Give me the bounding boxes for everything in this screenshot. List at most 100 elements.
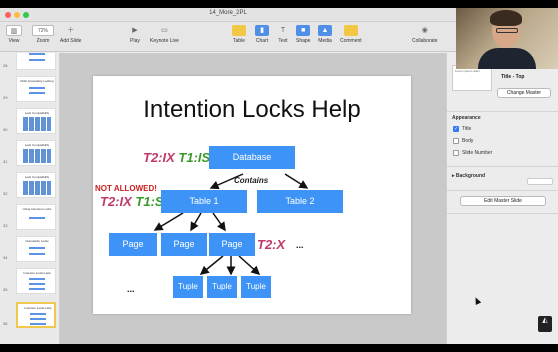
shape-label: Shape [296, 38, 311, 44]
slide-thumbnail[interactable]: 29 Multi-Granularity Locking [0, 75, 59, 105]
thumbnail-image: Lock Compatibility [16, 108, 56, 134]
comment-button[interactable]: Comment [340, 25, 362, 44]
slide-canvas[interactable]: Intention Locks Help T2:IX T1:IS Databas… [60, 53, 446, 344]
edge-line [238, 255, 261, 276]
slide-thumbnail[interactable]: 34 Granularity Locks [0, 235, 59, 265]
page-node[interactable]: Page [209, 233, 255, 256]
database-node[interactable]: Database [209, 146, 295, 169]
change-master-button[interactable]: Change Master [497, 88, 551, 98]
collaborate-button[interactable]: ◉ Collaborate [412, 25, 438, 44]
slide-number: 34 [3, 255, 8, 260]
checkbox-checked[interactable]: ✓ [453, 126, 459, 132]
play-button[interactable]: ▶ Play [128, 25, 142, 44]
tuple-node[interactable]: Tuple [173, 276, 203, 298]
background-color-well[interactable] [527, 178, 553, 185]
format-inspector: Lorem ipsum dolor Title - Top Change Mas… [446, 53, 558, 344]
thumbnail-shape [29, 59, 45, 61]
thumbnail-shape [29, 278, 45, 280]
thumbnail-title: Using Intention Locks [22, 207, 52, 211]
add-slide-button[interactable]: ＋ Add Slide [60, 25, 81, 44]
zoom-value: 72% [32, 25, 54, 36]
toolbar: ▥ View 72% Zoom ＋ Add Slide ▶ Play ▭ Key… [0, 22, 456, 52]
checkbox-label: Slide Number [462, 150, 493, 156]
checkbox[interactable] [453, 150, 459, 156]
keynote-live-label: Keynote Live [150, 38, 179, 44]
zoom-select[interactable]: 72% Zoom [32, 25, 54, 44]
slide-thumbnail[interactable]: 33 Using Intention Locks [0, 203, 59, 233]
divider [447, 111, 558, 112]
thumbnail-shape [29, 92, 45, 94]
chart-icon: ▮ [255, 25, 269, 36]
appearance-heading: Appearance [452, 115, 481, 121]
table-button[interactable]: Table [232, 25, 246, 44]
not-allowed-label: NOT ALLOWED! [95, 184, 157, 193]
play-label: Play [130, 38, 140, 44]
page-node[interactable]: Page [109, 233, 157, 256]
thumbnail-image: Using Intention Locks [16, 204, 56, 230]
thumbnail-image: Granularity Locks [16, 236, 56, 262]
background-disclosure[interactable]: ▸ Background [452, 173, 485, 179]
table2-node[interactable]: Table 2 [257, 190, 343, 213]
add-slide-label: Add Slide [60, 38, 82, 44]
slide-thumbnail[interactable]: 35 Intention Locks Help [0, 267, 59, 297]
play-icon: ▶ [132, 27, 138, 34]
thumbnail-table [23, 149, 51, 163]
collaborate-label: Collaborate [412, 38, 438, 44]
checkbox[interactable] [453, 138, 459, 144]
slide-thumbnail[interactable]: 32 Lock Compatibility [0, 171, 59, 201]
tuple-node[interactable]: Tuple [207, 276, 237, 298]
slide[interactable]: Intention Locks Help T2:IX T1:IS Databas… [93, 76, 411, 314]
thumbnail-shape [29, 217, 45, 219]
checkbox-label: Title [462, 126, 472, 132]
view-icon: ▥ [6, 25, 22, 36]
tuple-node[interactable]: Tuple [241, 276, 271, 298]
shape-button[interactable]: ■ Shape [296, 25, 310, 44]
keynote-live-icon: ▭ [161, 27, 168, 34]
keynote-live-button[interactable]: ▭ Keynote Live [150, 25, 179, 44]
slide-thumbnail[interactable]: 31 Lock Compatibility [0, 139, 59, 169]
edge-line [199, 255, 224, 275]
slide-number: 28 [3, 63, 8, 68]
table1-node[interactable]: Table 1 [161, 190, 247, 213]
ellipsis: ... [127, 284, 135, 294]
edit-master-slide-button[interactable]: Edit Master Slide [460, 196, 546, 206]
slide-number: 32 [3, 191, 8, 196]
shape-icon: ■ [296, 25, 311, 36]
thumbnail-title: Granularity Locks [25, 239, 49, 243]
thumbnail-title: Lock Compatibility [24, 111, 50, 115]
title-bar: 14_More_2PL [0, 8, 456, 22]
chart-button[interactable]: ▮ Chart [255, 25, 269, 44]
ellipsis: ... [296, 240, 304, 250]
slide-thumbnail[interactable]: 30 Lock Compatibility [0, 107, 59, 137]
checkbox-label: Body [462, 138, 474, 144]
background-heading: Background [455, 173, 486, 179]
text-button[interactable]: T Text [276, 25, 290, 44]
slide-thumbnail-selected[interactable]: 36 Intention Locks Help [0, 301, 59, 331]
layout-preview-text: Lorem ipsum dolor [455, 69, 480, 73]
slide-number: 35 [3, 287, 8, 292]
thumbnail-title: Lock Compatibility [24, 175, 50, 179]
edge-line [153, 212, 184, 231]
text-label: Text [278, 38, 288, 44]
thumbnail-image: Intention Locks Help [16, 268, 56, 294]
view-label: View [8, 38, 20, 44]
glasses [496, 28, 518, 33]
thumbnail-shape [29, 283, 45, 285]
thumbnail-image [16, 53, 56, 70]
thumbnail-title: Intention Locks Help [24, 306, 52, 310]
lock-t2-ix: T2:IX [100, 194, 132, 209]
page-node[interactable]: Page [161, 233, 207, 256]
media-button[interactable]: ▲ Media [318, 25, 332, 44]
media-icon: ▲ [318, 25, 332, 36]
thumbnail-image: Lock Compatibility [16, 172, 56, 198]
view-button[interactable]: ▥ View [6, 25, 22, 44]
edge-line [284, 173, 309, 189]
app-logo-icon: ◭ [538, 316, 552, 332]
thumbnail-title: Lock Compatibility [24, 143, 50, 147]
thumbnail-image: Intention Locks Help [16, 302, 56, 328]
lock-t2-x: T2:X [257, 237, 286, 252]
lock-t1-s: T1:S [135, 194, 164, 209]
lock-t2-ix: T2:IX [143, 150, 175, 165]
thumbnail-image: Lock Compatibility [16, 140, 56, 166]
slide-thumbnail[interactable]: 28 [0, 53, 59, 73]
